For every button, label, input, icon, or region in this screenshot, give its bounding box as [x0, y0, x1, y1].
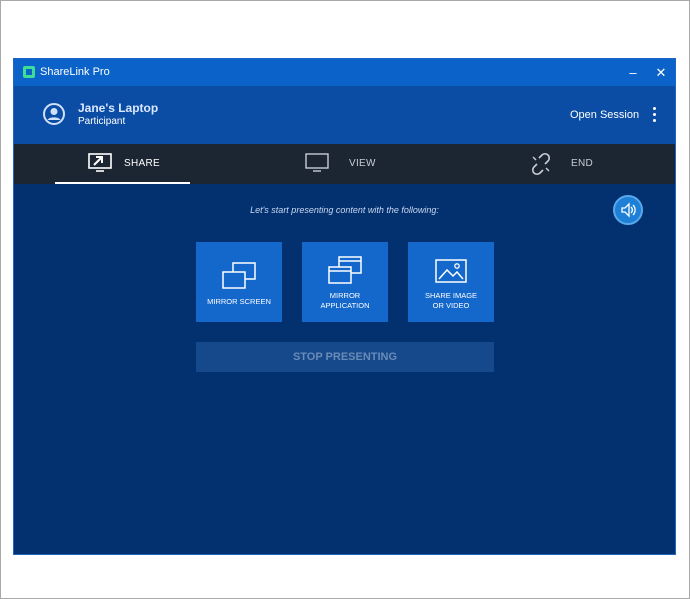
open-session-link[interactable]: Open Session	[570, 109, 639, 121]
session-header: Jane's Laptop Participant Open Session	[14, 86, 675, 144]
device-name: Jane's Laptop	[78, 101, 159, 115]
mirror-application-button[interactable]: MIRROR APPLICATION	[302, 242, 388, 322]
share-image-or-video-label: SHARE IMAGE OR VIDEO	[424, 291, 478, 310]
share-screen-icon	[88, 153, 112, 172]
tab-view[interactable]: VIEW	[299, 144, 419, 184]
tab-share[interactable]: SHARE	[55, 144, 190, 184]
window-title: ShareLink Pro	[40, 66, 110, 78]
broken-link-icon	[531, 152, 551, 176]
minimize-button[interactable]: –	[622, 63, 644, 82]
image-icon	[435, 259, 467, 283]
tab-end[interactable]: END	[522, 144, 632, 184]
participant-role: Participant	[78, 116, 126, 127]
app-logo-icon	[23, 66, 35, 78]
speaker-icon	[621, 202, 636, 218]
mirror-application-icon	[328, 256, 362, 284]
sound-button[interactable]	[613, 195, 643, 225]
tab-bar: SHARE VIEW END	[14, 144, 675, 184]
tab-view-label: VIEW	[349, 158, 376, 169]
monitor-icon	[305, 153, 329, 172]
mirror-screen-button[interactable]: MIRROR SCREEN	[196, 242, 282, 322]
app-window: ShareLink Pro – ✕ Jane's Laptop Particip…	[13, 58, 676, 555]
more-options-icon[interactable]	[646, 104, 662, 126]
title-bar: ShareLink Pro – ✕	[14, 59, 675, 86]
tab-share-label: SHARE	[124, 158, 160, 169]
mirror-application-label: MIRROR APPLICATION	[320, 291, 370, 310]
share-image-or-video-button[interactable]: SHARE IMAGE OR VIDEO	[408, 242, 494, 322]
user-avatar-icon	[43, 103, 65, 125]
mirror-screen-label: MIRROR SCREEN	[207, 297, 271, 306]
intro-text: Let's start presenting content with the …	[250, 205, 439, 215]
close-button[interactable]: ✕	[650, 63, 672, 82]
mirror-screen-icon	[222, 262, 256, 289]
tab-end-label: END	[571, 158, 594, 169]
stop-presenting-button[interactable]: STOP PRESENTING	[196, 342, 494, 372]
